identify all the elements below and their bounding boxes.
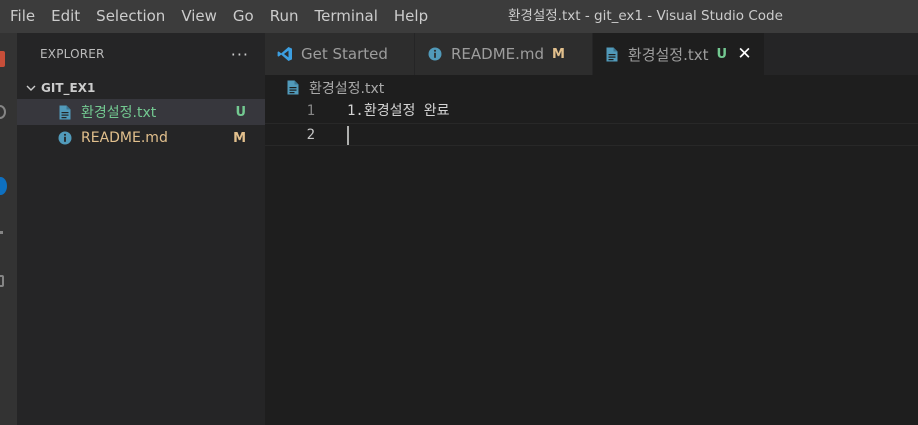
editor-line-current[interactable]: 2 — [265, 123, 918, 146]
editor-line[interactable]: 1 1.환경설정 완료 — [265, 100, 918, 123]
extensions-activity-icon[interactable] — [0, 275, 4, 287]
close-tab-icon[interactable]: ✕ — [737, 44, 752, 64]
breadcrumb-file[interactable]: 환경설정.txt — [309, 78, 384, 98]
text-cursor — [347, 126, 349, 145]
git-status-badge: U — [716, 46, 728, 62]
tab-readme[interactable]: README.md M — [415, 33, 593, 75]
folder-git-ex1[interactable]: GIT_EX1 — [17, 77, 265, 99]
breadcrumb: 환경설정.txt — [265, 75, 918, 100]
info-icon — [427, 46, 443, 62]
search-activity-icon[interactable] — [0, 105, 6, 119]
explorer-file-settings[interactable]: 환경설정.txt U — [17, 99, 265, 125]
tab-label: Get Started — [301, 45, 388, 63]
source-control-badge-icon[interactable] — [0, 177, 7, 195]
explorer-sidebar: EXPLORER ··· GIT_EX1 환경설정.txt U README.m… — [17, 33, 265, 425]
explorer-header: EXPLORER ··· — [17, 33, 265, 75]
file-icon — [57, 104, 73, 120]
run-activity-icon[interactable] — [0, 231, 3, 234]
info-icon — [57, 130, 73, 146]
menu-terminal[interactable]: Terminal — [307, 0, 386, 33]
menu-run[interactable]: Run — [262, 0, 307, 33]
activity-bar — [0, 33, 17, 425]
menu-help[interactable]: Help — [386, 0, 436, 33]
file-name: 환경설정.txt — [81, 105, 157, 121]
menu-go[interactable]: Go — [225, 0, 262, 33]
line-number: 1 — [306, 103, 315, 119]
menu-selection[interactable]: Selection — [88, 0, 173, 33]
window-title: 환경설정.txt - git_ex1 - Visual Studio Code — [508, 8, 783, 24]
explorer-file-readme[interactable]: README.md M — [17, 125, 265, 151]
title-bar: File Edit Selection View Go Run Terminal… — [0, 0, 918, 33]
vscode-icon — [277, 46, 293, 62]
tab-label: 환경설정.txt — [627, 45, 709, 64]
menu-view[interactable]: View — [173, 0, 225, 33]
tab-settings-txt[interactable]: 환경설정.txt U ✕ — [593, 33, 765, 75]
tab-label: README.md — [451, 45, 545, 63]
menu-file[interactable]: File — [2, 0, 43, 33]
menu-bar: File Edit Selection View Go Run Terminal… — [0, 0, 436, 33]
chevron-down-icon — [23, 80, 39, 96]
folder-name: GIT_EX1 — [41, 81, 96, 95]
line-number: 2 — [306, 127, 315, 143]
git-status-badge: M — [552, 46, 565, 62]
file-icon — [285, 80, 301, 96]
line-text: 1.환경설정 완료 — [347, 103, 450, 119]
explorer-title: EXPLORER — [40, 47, 105, 61]
git-status-badge: U — [235, 104, 246, 120]
code-editor[interactable]: 1 1.환경설정 완료 2 — [265, 100, 918, 425]
file-name: README.md — [81, 130, 168, 146]
git-status-badge: M — [233, 130, 246, 146]
tab-get-started[interactable]: Get Started — [265, 33, 415, 75]
menu-edit[interactable]: Edit — [43, 0, 88, 33]
more-actions-icon[interactable]: ··· — [231, 45, 249, 64]
file-icon — [605, 46, 620, 62]
editor-tabs: Get Started README.md M 환경설정.txt U ✕ — [265, 33, 918, 75]
explorer-activity-icon[interactable] — [0, 51, 5, 67]
